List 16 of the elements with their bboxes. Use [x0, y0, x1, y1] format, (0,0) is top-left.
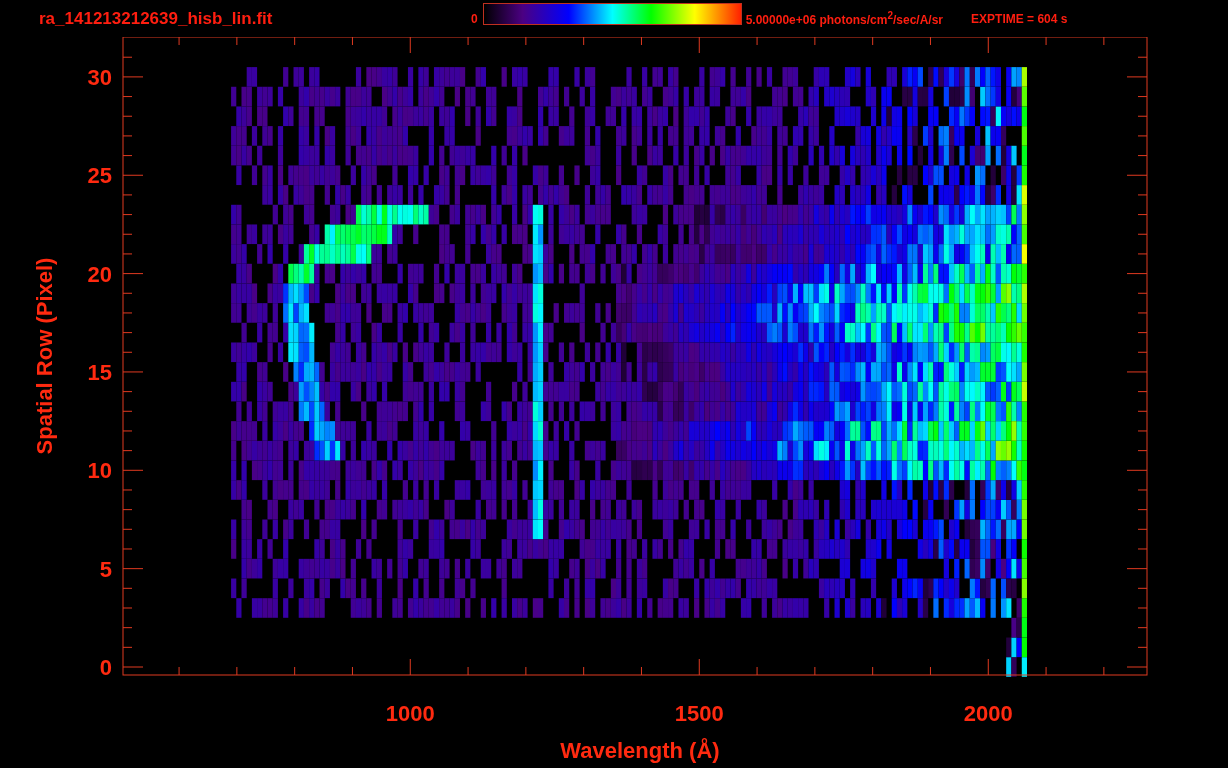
- exposure-time: EXPTIME = 604 s: [971, 11, 1068, 26]
- x-tick-label: 1500: [674, 701, 724, 726]
- file-title: ra_141213212639_hisb_lin.fit: [39, 8, 274, 29]
- x-tick-label: 1000: [385, 701, 435, 726]
- y-tick-label: 15: [87, 359, 112, 385]
- colorbar-min-label: 0: [471, 11, 478, 26]
- y-tick-label: 30: [87, 64, 112, 90]
- y-tick-label: 0: [99, 655, 112, 680]
- y-tick-label: 5: [99, 556, 112, 582]
- x-axis-title: Wavelength (Å): [560, 738, 720, 763]
- y-tick-label: 20: [87, 261, 112, 287]
- y-tick-label: 25: [87, 163, 112, 189]
- x-tick-label: 2000: [963, 701, 1013, 726]
- y-tick-label: 10: [87, 458, 112, 484]
- y-axis-title: Spatial Row (Pixel): [32, 257, 57, 455]
- colorbar-max-label: 5.00000e+06 photons/cm$^{2}$/sec/A/sr: [745, 10, 944, 27]
